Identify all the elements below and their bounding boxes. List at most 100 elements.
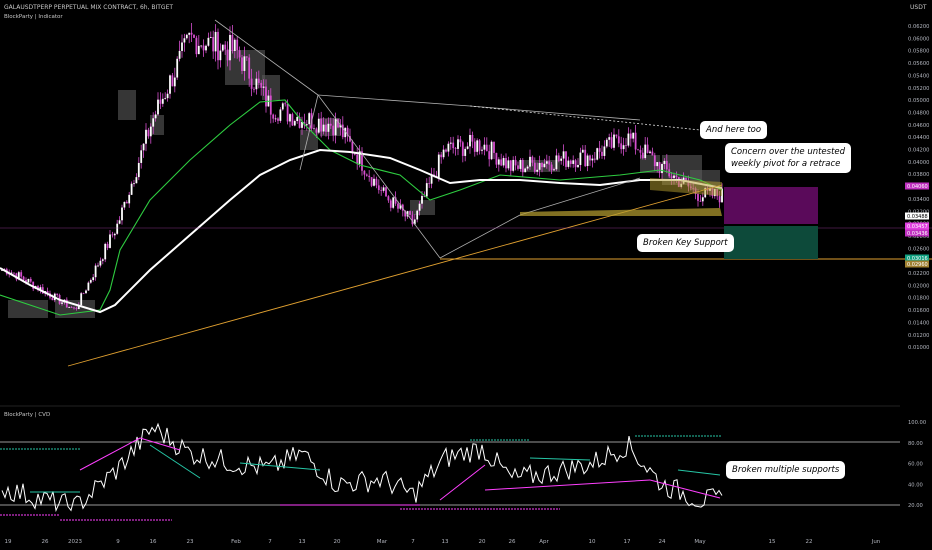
candle-body <box>281 103 284 110</box>
x-tick-label: Jun <box>871 539 881 545</box>
candle-body <box>313 128 315 130</box>
x-tick-label: 9 <box>116 539 120 545</box>
y-tick-label: 0.04400 <box>908 135 929 141</box>
candle-body <box>461 142 464 156</box>
candle-body <box>370 177 373 186</box>
candle-body <box>411 214 414 225</box>
candle-body <box>649 151 651 153</box>
candle-body <box>613 134 615 148</box>
candle-body <box>493 141 495 153</box>
candle-body <box>421 195 423 204</box>
y-tick-label: 0.01600 <box>908 308 929 314</box>
x-tick-label: 16 <box>150 539 157 545</box>
x-tick-label: May <box>694 539 706 545</box>
candle-body <box>289 114 291 122</box>
candle-body <box>505 157 507 169</box>
y-tick-label: 0.06200 <box>908 24 929 30</box>
pivot-box <box>118 90 136 120</box>
candle-body <box>615 134 618 137</box>
candle-body <box>241 57 243 71</box>
candle-body <box>133 183 135 185</box>
candle-body <box>601 151 603 156</box>
candle-body <box>327 123 330 132</box>
y-tick-label: 0.02200 <box>908 271 929 277</box>
candle-body <box>567 160 570 167</box>
candle-body <box>188 32 191 35</box>
candle-body <box>656 162 659 167</box>
candle-body <box>315 128 318 133</box>
candle-body <box>661 163 663 174</box>
candle-body <box>229 34 231 61</box>
candle-body <box>85 290 87 294</box>
gray-trendline <box>469 105 641 121</box>
candle-body <box>80 293 83 306</box>
candle-body <box>61 302 63 304</box>
x-tick-label: 7 <box>268 539 272 545</box>
candle-body <box>116 223 119 234</box>
cvd-magenta-trend <box>484 479 651 491</box>
candle-body <box>699 200 702 202</box>
candle-body <box>485 144 488 152</box>
candle-body <box>214 31 217 52</box>
candle-body <box>577 164 579 168</box>
candle-body <box>373 178 375 186</box>
candle-body <box>497 159 500 165</box>
y-tick-label: 0.05200 <box>908 86 929 92</box>
candle-body <box>332 125 335 136</box>
candle-body <box>562 151 565 159</box>
candle-body <box>217 31 219 61</box>
cvd-teal-trend <box>529 457 591 461</box>
candle-body <box>121 207 123 221</box>
candle-body <box>13 272 15 274</box>
candle-body <box>104 243 107 260</box>
x-tick-label: 17 <box>624 539 631 545</box>
candle-body <box>178 50 181 59</box>
candle-body <box>226 49 229 61</box>
candle-body <box>627 133 630 146</box>
candle-body <box>291 114 294 126</box>
candle-body <box>625 145 627 147</box>
y-tick-label: 0.04800 <box>908 110 929 116</box>
candle-body <box>176 58 179 78</box>
gray-trendline <box>317 94 471 107</box>
candle-body <box>428 183 431 184</box>
candle-body <box>322 124 325 132</box>
candle-body <box>382 187 385 191</box>
support-band <box>520 208 722 216</box>
candle-body <box>195 37 198 55</box>
candle-body <box>248 57 251 79</box>
y-tick-label: 0.04200 <box>908 148 929 154</box>
y-tick-label: 0.04000 <box>908 160 929 166</box>
candle-body <box>202 45 205 51</box>
candle-body <box>200 45 203 47</box>
candle-body <box>495 152 498 165</box>
callout-broken-key: Broken Key Support <box>637 234 734 252</box>
candle-body <box>169 75 171 94</box>
candle-body <box>212 37 215 52</box>
x-tick-label: 13 <box>442 539 449 545</box>
candle-body <box>387 196 390 201</box>
candle-body <box>329 123 332 126</box>
candle-body <box>125 201 128 204</box>
candle-body <box>641 152 644 159</box>
candle-body <box>97 265 99 267</box>
y-tick-label: 0.05600 <box>908 61 929 67</box>
candle-body <box>574 160 577 168</box>
candle-body <box>610 137 613 148</box>
candle-body <box>397 203 399 209</box>
cvd-line <box>1 422 723 513</box>
candle-body <box>224 44 227 50</box>
candle-body <box>629 133 632 139</box>
candle-body <box>646 144 649 153</box>
candle-body <box>274 118 277 120</box>
candle-body <box>147 129 150 137</box>
candle-body <box>665 160 668 170</box>
candle-body <box>113 233 116 236</box>
candle-body <box>286 103 289 122</box>
candle-body <box>541 162 543 168</box>
candle-body <box>418 203 421 211</box>
candle-body <box>622 145 625 150</box>
candle-body <box>183 38 186 43</box>
candle-body <box>269 95 272 115</box>
cvd-y-tick-label: 20.00 <box>908 503 923 509</box>
